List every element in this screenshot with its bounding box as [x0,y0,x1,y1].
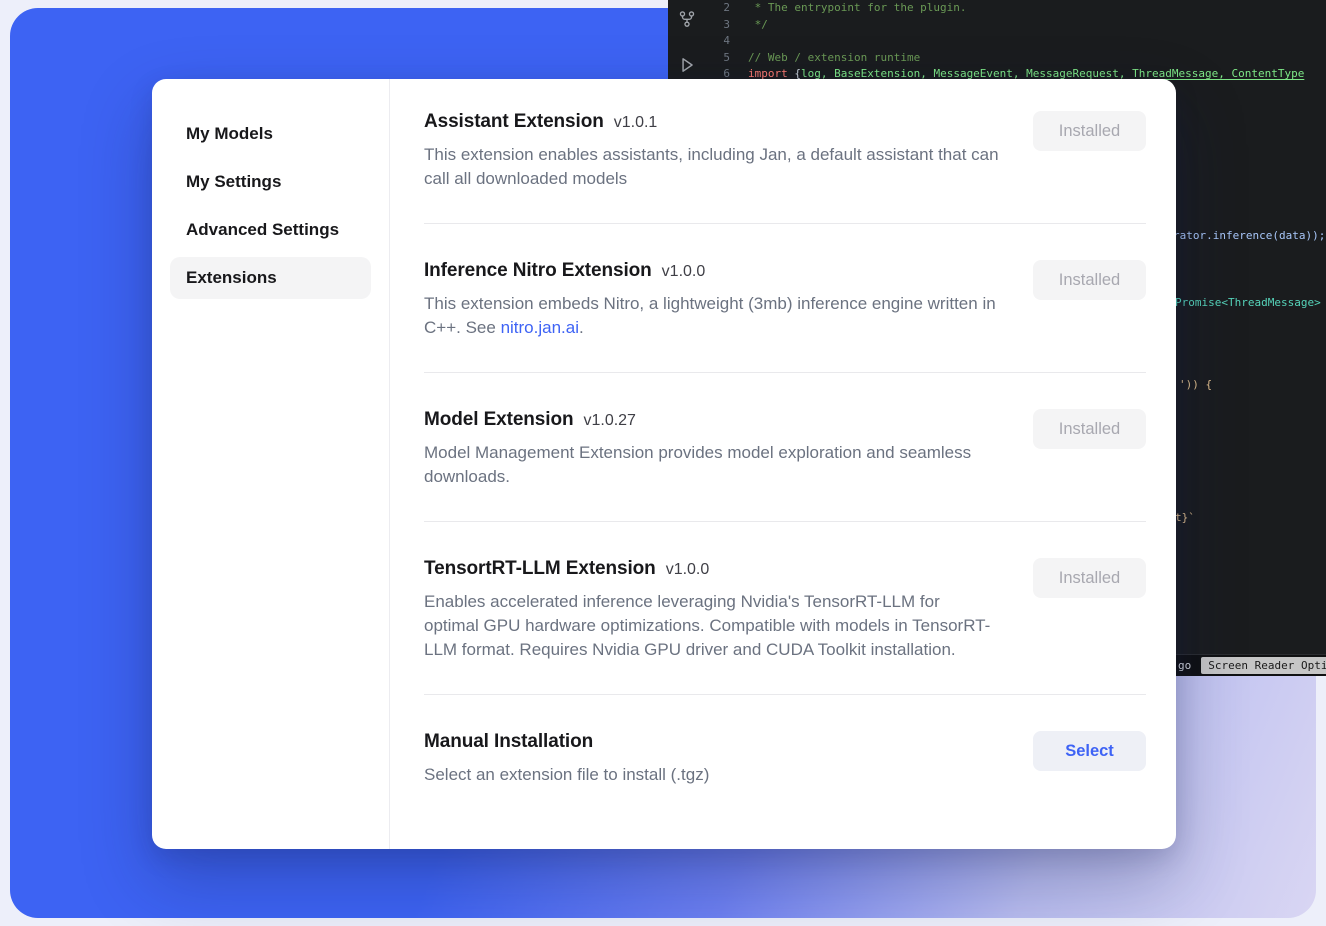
extension-description: Enables accelerated inference leveraging… [424,590,999,662]
section-description: Select an extension file to install (.tg… [424,763,709,787]
extension-name: Inference Nitro Extension [424,260,652,282]
line-number: 2 [668,0,738,17]
code-line: 4 [668,33,1326,50]
extension-section-model: Model Extension v1.0.27 Model Management… [424,409,1146,489]
extensions-panel: Assistant Extension v1.0.1 This extensio… [390,79,1176,849]
extension-description: This extension enables assistants, inclu… [424,143,999,191]
code-fragment: ')) { [1179,377,1212,393]
extension-version: v1.0.27 [583,412,635,430]
section-divider [424,521,1146,522]
sidebar-item-my-models[interactable]: My Models [170,113,371,155]
extension-section-inference-nitro: Inference Nitro Extension v1.0.0 This ex… [424,260,1146,340]
screen: 2 * The entrypoint for the plugin. 3 */ … [0,0,1326,926]
installed-button[interactable]: Installed [1033,558,1146,598]
installed-button[interactable]: Installed [1033,260,1146,300]
code-area: 2 * The entrypoint for the plugin. 3 */ … [668,0,1326,83]
line-number: 3 [668,17,738,34]
code-fragment: rator.inference(data)); [1173,228,1325,244]
extension-name: Model Extension [424,409,573,431]
installed-button[interactable]: Installed [1033,111,1146,151]
extension-version: v1.0.1 [614,114,658,132]
extension-name: TensortRT-LLM Extension [424,558,656,580]
code-fragment: Promise<ThreadMessage> [1175,295,1321,311]
settings-modal: My Models My Settings Advanced Settings … [152,79,1176,849]
screen-reader-optimized-badge[interactable]: Screen Reader Optimized [1201,657,1326,674]
sidebar-item-my-settings[interactable]: My Settings [170,161,371,203]
line-number: 4 [668,33,738,50]
section-divider [424,223,1146,224]
installed-button[interactable]: Installed [1033,409,1146,449]
extension-version: v1.0.0 [666,561,710,579]
section-divider [424,694,1146,695]
extension-name: Assistant Extension [424,111,604,133]
manual-installation-section: Manual Installation Select an extension … [424,731,1146,787]
settings-sidebar: My Models My Settings Advanced Settings … [152,79,390,849]
nitro-jan-ai-link[interactable]: nitro.jan.ai [501,318,579,337]
code-line: 2 * The entrypoint for the plugin. [668,0,1326,17]
extension-version: v1.0.0 [662,263,706,281]
extension-description: Model Management Extension provides mode… [424,441,999,489]
section-title: Manual Installation [424,731,593,753]
select-file-button[interactable]: Select [1033,731,1146,771]
status-bar-item[interactable]: go [1178,659,1191,672]
extension-description: This extension embeds Nitro, a lightweig… [424,292,999,340]
code-line: 5 // Web / extension runtime [668,50,1326,67]
line-number: 5 [668,50,738,67]
extension-section-assistant: Assistant Extension v1.0.1 This extensio… [424,111,1146,191]
section-divider [424,372,1146,373]
sidebar-item-extensions[interactable]: Extensions [170,257,371,299]
extension-section-tensorrt-llm: TensortRT-LLM Extension v1.0.0 Enables a… [424,558,1146,662]
code-line: 3 */ [668,17,1326,34]
code-fragment: t}` [1175,510,1195,526]
sidebar-item-advanced-settings[interactable]: Advanced Settings [170,209,371,251]
